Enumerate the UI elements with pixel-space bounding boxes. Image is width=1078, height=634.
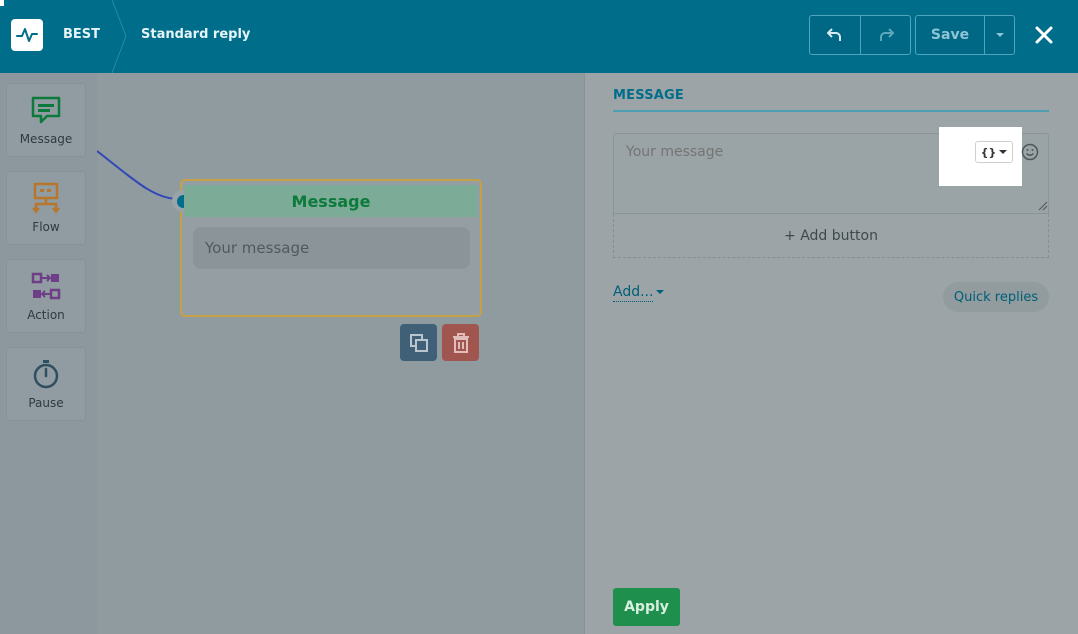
message-input[interactable] [626,144,926,160]
node-palette: Message Flow Action Pause [0,73,97,634]
flow-icon [29,182,63,214]
node-editor-panel: MESSAGE {} + Add button Add... Quick rep… [584,73,1078,634]
emoji-button[interactable] [1021,143,1039,161]
palette-item-label: Message [19,132,73,146]
resize-handle[interactable] [1038,201,1048,211]
tab-underline [613,110,1049,112]
trash-icon [452,332,469,353]
palette-item-action[interactable]: Action [6,259,86,333]
duplicate-node-button[interactable] [400,324,437,361]
close-icon [1035,26,1053,44]
palette-item-pause[interactable]: Pause [6,347,86,421]
pulse-logo-icon[interactable] [11,19,43,51]
save-options-button[interactable] [984,16,1014,54]
chevron-down-icon [995,33,1004,37]
close-button[interactable] [1031,22,1057,48]
add-content-menu[interactable]: Add... [613,283,654,302]
node-message-preview[interactable]: Your message [193,227,470,269]
apply-button[interactable]: Apply [613,588,680,626]
undo-icon [827,28,841,41]
tab-message[interactable]: MESSAGE [613,88,684,103]
message-node[interactable]: Message Your message [172,179,482,317]
history-button-group [809,15,911,55]
palette-item-label: Pause [28,396,64,410]
braces-icon: {} [980,145,997,159]
top-bar: BEST Standard reply Save [0,0,1078,73]
add-button-link[interactable]: + Add button [613,214,1049,258]
palette-item-label: Flow [32,220,60,234]
copy-icon [409,333,428,352]
insert-variable-button[interactable]: {} [975,141,1013,163]
action-icon [29,270,63,302]
undo-button[interactable] [810,16,860,54]
save-button-group: Save [915,15,1015,55]
stopwatch-icon [29,358,63,390]
message-icon [29,94,63,126]
flow-name-breadcrumb: Standard reply [141,27,251,42]
palette-item-label: Action [27,308,65,322]
quick-replies-button[interactable]: Quick replies [943,282,1049,312]
flow-canvas[interactable]: Message Your message [97,73,584,634]
palette-item-flow[interactable]: Flow [6,171,86,245]
node-title: Message [184,185,478,217]
save-button[interactable]: Save [916,16,984,54]
corner-mark [0,0,4,6]
breadcrumb-separator [111,0,127,73]
chevron-down-icon [656,290,664,294]
redo-button[interactable] [860,16,910,54]
smiley-icon [1021,143,1039,161]
delete-node-button[interactable] [442,324,479,361]
palette-item-message[interactable]: Message [6,83,86,157]
bot-name-breadcrumb[interactable]: BEST [63,27,100,42]
chevron-down-icon [999,149,1008,154]
redo-icon [879,28,894,41]
